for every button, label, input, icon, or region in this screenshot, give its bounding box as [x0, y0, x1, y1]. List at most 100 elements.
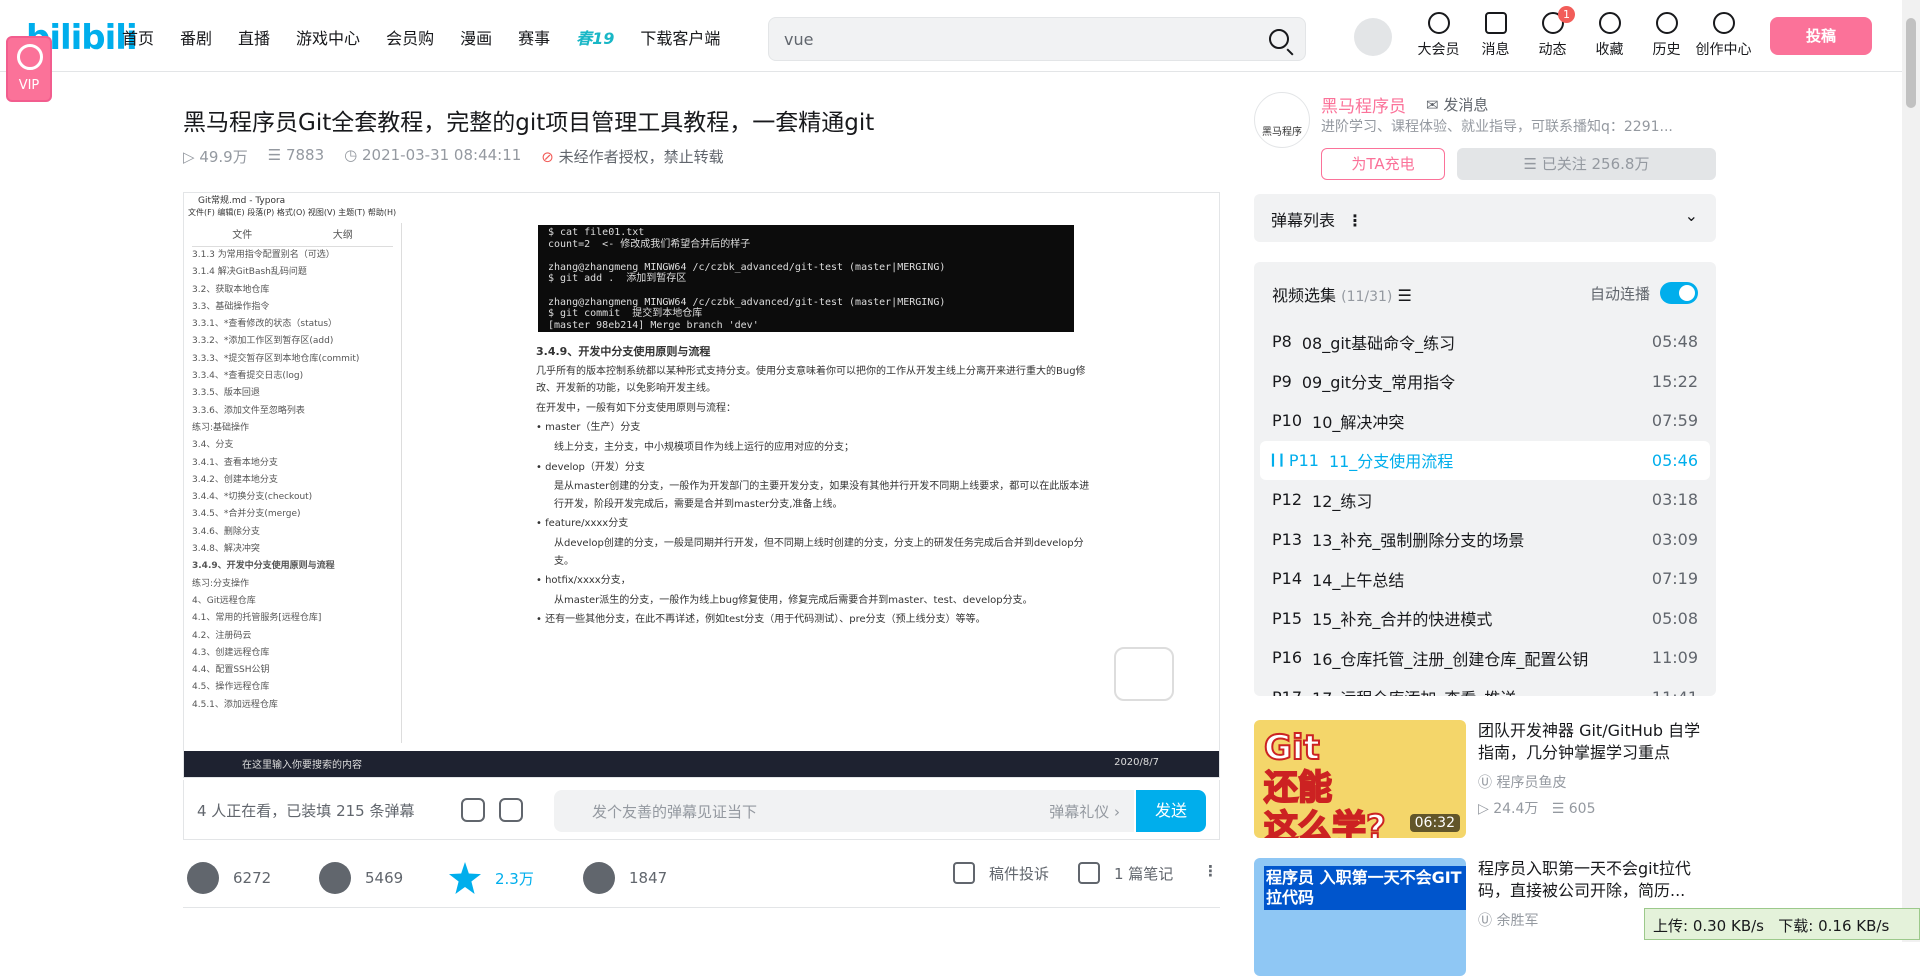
share-button[interactable]: 1847 [583, 862, 667, 894]
danmaku-input[interactable]: 发个友善的弹幕见证当下 弹幕礼仪 › [554, 790, 1134, 832]
outline-item[interactable]: 3.3.6、添加文件至忽略列表 [192, 403, 393, 420]
outline-item[interactable]: 4.4、配置SSH公钥 [192, 662, 393, 679]
recommended-title[interactable]: 程序员入职第一天不会git拉代码，直接被公司开除，简历... [1478, 858, 1716, 902]
play-button-icon[interactable] [1114, 647, 1174, 701]
recommended-thumbnail[interactable]: Git 还能 这么学? 06:32 [1254, 720, 1466, 838]
episode-item[interactable]: P16 16_仓库托管_注册_创建仓库_配置公钥 11:09 [1254, 638, 1716, 678]
more-icon[interactable]: ⋮ [1347, 211, 1363, 230]
list-icon: ☰ [1397, 286, 1412, 305]
outline-item[interactable]: 3.4.8、解决冲突 [192, 541, 393, 558]
nav-mall[interactable]: 会员购 [386, 25, 434, 49]
outline-item[interactable]: 3.4.2、创建本地分支 [192, 472, 393, 489]
episode-name: 11_分支使用流程 [1328, 452, 1454, 472]
outline-item[interactable]: 3.4.5、*合并分支(merge) [192, 506, 393, 523]
video-player[interactable]: Git常规.md - Typora 文件(F) 编辑(E) 段落(P) 格式(O… [183, 192, 1220, 778]
outline-item[interactable]: 3.4.4、*切换分支(checkout) [192, 489, 393, 506]
outline-item[interactable]: 4.2、注册码云 [192, 628, 393, 645]
outline-item[interactable]: 3.3.1、*查看修改的状态（status） [192, 316, 393, 333]
video-meta: ▷ 49.9万 ☰ 7883 ◷ 2021-03-31 08:44:11 未经作… [183, 146, 724, 167]
more-options-icon[interactable]: ⋮ [1203, 862, 1218, 880]
mail-icon [1484, 12, 1507, 34]
playing-indicator-icon: ▎▎ [1272, 453, 1289, 467]
messages-entry[interactable]: 消息 [1467, 12, 1524, 59]
outline-item[interactable]: 3.3.3、*提交暂存区到本地仓库(commit) [192, 351, 393, 368]
danmaku-toggle-icon[interactable] [461, 798, 485, 822]
outline-item[interactable]: 4、Git远程仓库 [192, 593, 393, 610]
coin-button[interactable]: 5469 [319, 862, 403, 894]
outline-item[interactable]: 4.3、创建远程仓库 [192, 645, 393, 662]
episode-item[interactable]: P9 09_git分支_常用指令 15:22 [1254, 362, 1716, 402]
header-icon-group: 大会员 消息 1 动态 收藏 历史 创作中心 [1410, 6, 1752, 59]
nav-esports[interactable]: 赛事 [518, 25, 550, 49]
nav-bangumi[interactable]: 番剧 [180, 25, 212, 49]
creator-center-entry[interactable]: 创作中心 [1695, 12, 1752, 59]
uploader-avatar[interactable]: 黑马程序 [1254, 92, 1310, 148]
outline-item[interactable]: 练习:基础操作 [192, 420, 393, 437]
search-icon[interactable] [1269, 29, 1289, 49]
episode-item[interactable]: ▎▎ P11 11_分支使用流程 05:46 [1260, 440, 1710, 480]
episode-number: P10 [1272, 411, 1303, 431]
outline-item[interactable]: 3.4.1、查看本地分支 [192, 455, 393, 472]
typora-outline: 文件 大纲 3.1.3 为常用指令配置别名（可选） 3.1.4 解决GitBash乱… [184, 223, 402, 743]
doc-line: • feature/xxxx分支 [536, 518, 629, 530]
recommended-uploader[interactable]: Ⓤ 余胜军 [1478, 910, 1538, 930]
send-danmaku-button[interactable]: 发送 [1136, 790, 1206, 832]
outline-item[interactable]: 4.5、操作远程仓库 [192, 679, 393, 696]
episode-item[interactable]: P17 17_远程仓库添加_查看_推送 11:41 [1254, 678, 1716, 696]
episode-item[interactable]: P14 14_上午总结 07:19 [1254, 559, 1716, 599]
episode-item[interactable]: P13 13_补充_强制删除分支的场景 03:09 [1254, 520, 1716, 560]
dynamics-entry[interactable]: 1 动态 [1524, 6, 1581, 59]
vip-entry[interactable]: 大会员 [1410, 12, 1467, 59]
recommended-uploader[interactable]: Ⓤ 程序员鱼皮 [1478, 772, 1566, 792]
outline-item[interactable]: 3.3.5、版本回退 [192, 385, 393, 402]
vip-badge[interactable]: VIP [6, 36, 52, 102]
upload-button[interactable]: 投稿 [1770, 17, 1872, 55]
search-input[interactable]: vue [768, 17, 1306, 61]
outline-item[interactable]: 3.1.3 为常用指令配置别名（可选） [192, 247, 393, 264]
nav-spring-festival[interactable]: 春19 [576, 25, 614, 49]
episode-item[interactable]: P10 10_解决冲突 07:59 [1254, 401, 1716, 441]
outline-item[interactable]: 3.2、获取本地仓库 [192, 282, 393, 299]
nav-download-client[interactable]: 下载客户端 [640, 25, 720, 49]
doc-line: 在开发中，一般有如下分支使用原则与流程： [536, 402, 736, 414]
favorite-button[interactable]: 2.3万 [449, 862, 534, 894]
followed-button[interactable]: ☰ 已关注 256.8万 [1457, 148, 1716, 180]
episode-item[interactable]: P8 08_git基础命令_练习 05:48 [1254, 322, 1716, 362]
recommended-title[interactable]: 团队开发神器 Git/GitHub 自学指南，几分钟掌握学习重点 [1478, 720, 1716, 764]
outline-item[interactable]: 3.3.2、*添加工作区到暂存区(add) [192, 333, 393, 350]
user-avatar[interactable] [1354, 18, 1392, 56]
autoplay-toggle[interactable] [1660, 282, 1698, 304]
notes-button[interactable]: 1 篇笔记 [1078, 862, 1173, 884]
typora-menu: 文件(F) 编辑(E) 段落(P) 格式(O) 视图(V) 主题(T) 帮助(H… [188, 208, 397, 217]
nav-home[interactable]: 首页 [122, 25, 154, 49]
danmaku-settings-icon[interactable] [499, 798, 523, 822]
page-scrollbar[interactable] [1902, 0, 1920, 942]
nav-game-center[interactable]: 游戏中心 [296, 25, 360, 49]
danmaku-list-panel[interactable]: 弹幕列表 ⋮ ⌄ [1254, 194, 1716, 242]
report-button[interactable]: 稿件投诉 [953, 862, 1049, 884]
episode-item[interactable]: P12 12_练习 03:18 [1254, 480, 1716, 520]
uploader-name[interactable]: 黑马程序员 [1321, 92, 1406, 117]
outline-item[interactable]: 练习:分支操作 [192, 576, 393, 593]
outline-item[interactable]: 3.4.9、开发中分支使用原则与流程 [192, 558, 393, 575]
chevron-down-icon[interactable]: ⌄ [1685, 206, 1698, 225]
scrollbar-thumb[interactable] [1906, 18, 1916, 108]
outline-item[interactable]: 4.5.1、添加远程仓库 [192, 697, 393, 714]
danmaku-etiquette-link[interactable]: 弹幕礼仪 › [1049, 801, 1120, 822]
outline-item[interactable]: 3.4.6、删除分支 [192, 524, 393, 541]
like-button[interactable]: 6272 [187, 862, 271, 894]
outline-item[interactable]: 3.3.4、*查看提交日志(log) [192, 368, 393, 385]
outline-item[interactable]: 3.4、分支 [192, 437, 393, 454]
episode-item[interactable]: P15 15_补充_合并的快进模式 05:08 [1254, 599, 1716, 639]
nav-manga[interactable]: 漫画 [460, 25, 492, 49]
outline-item[interactable]: 4.1、常用的托管服务[远程仓库] [192, 610, 393, 627]
recommended-thumbnail[interactable]: 程序员 入职第一天不会GIT拉代码 [1254, 858, 1466, 976]
send-message-link[interactable]: ✉ 发消息 [1426, 94, 1488, 115]
outline-item[interactable]: 3.1.4 解决GitBash乱码问题 [192, 264, 393, 281]
nav-live[interactable]: 直播 [238, 25, 270, 49]
history-entry[interactable]: 历史 [1638, 12, 1695, 59]
outline-item[interactable]: 3.3、基础操作指令 [192, 299, 393, 316]
recommended-video[interactable]: Git 还能 这么学? 06:32 团队开发神器 Git/GitHub 自学指南… [1254, 720, 1716, 838]
favorites-entry[interactable]: 收藏 [1581, 12, 1638, 59]
charge-button[interactable]: 为TA充电 [1321, 148, 1445, 180]
